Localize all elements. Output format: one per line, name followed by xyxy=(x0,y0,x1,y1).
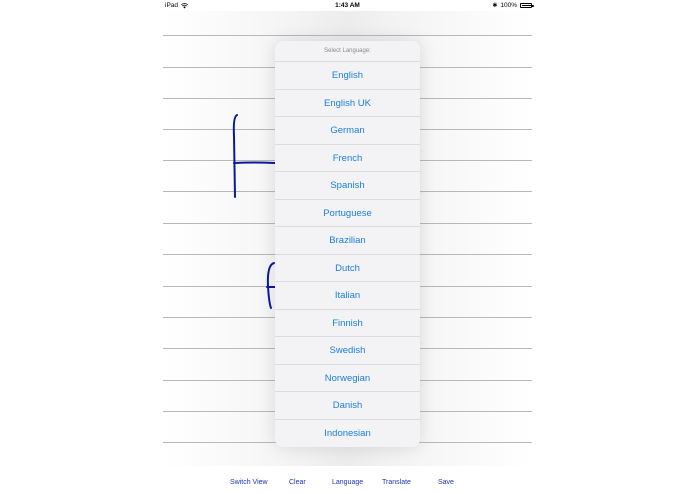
battery-level xyxy=(522,5,532,6)
ink-stroke-1 xyxy=(232,114,238,198)
language-option[interactable]: Finnish xyxy=(275,310,420,337)
language-option[interactable]: Brazilian xyxy=(275,227,420,255)
language-option[interactable]: Indonesian xyxy=(275,420,420,448)
language-option[interactable]: German xyxy=(275,117,420,145)
language-option[interactable]: Spanish xyxy=(275,172,420,200)
status-bar: iPad 1:43 AM ✱ 100% xyxy=(0,0,695,11)
status-right: ✱ 100% xyxy=(492,2,534,9)
battery-icon xyxy=(520,3,534,8)
language-button[interactable]: Language xyxy=(332,479,363,486)
language-option[interactable]: Portuguese xyxy=(275,200,420,227)
bluetooth-icon: ✱ xyxy=(492,3,498,9)
popover-title: Select Language: xyxy=(275,41,420,62)
language-picker-popover: Select Language: English English UK German… xyxy=(275,41,420,447)
language-option[interactable]: Dutch xyxy=(275,255,420,282)
ink-stroke-3 xyxy=(266,262,275,309)
switch-view-button[interactable]: Switch View xyxy=(230,479,268,486)
translate-button[interactable]: Translate xyxy=(382,479,411,486)
clear-button[interactable]: Clear xyxy=(289,479,306,486)
language-option[interactable]: Norwegian xyxy=(275,365,420,392)
language-option[interactable]: Swedish xyxy=(275,337,420,365)
language-option[interactable]: English xyxy=(275,62,420,90)
ink-stroke-2 xyxy=(233,161,276,164)
language-option[interactable]: Danish xyxy=(275,392,420,420)
language-list: English English UK German French Spanish Port… xyxy=(275,62,420,447)
battery-percent: 100% xyxy=(500,2,517,9)
save-button[interactable]: Save xyxy=(438,479,454,486)
bottom-toolbar: Switch View Clear Language Translate Sav… xyxy=(0,477,695,491)
language-option[interactable]: French xyxy=(275,145,420,172)
language-option[interactable]: Italian xyxy=(275,282,420,310)
status-time: 1:43 AM xyxy=(335,2,360,9)
language-option[interactable]: English UK xyxy=(275,90,420,117)
